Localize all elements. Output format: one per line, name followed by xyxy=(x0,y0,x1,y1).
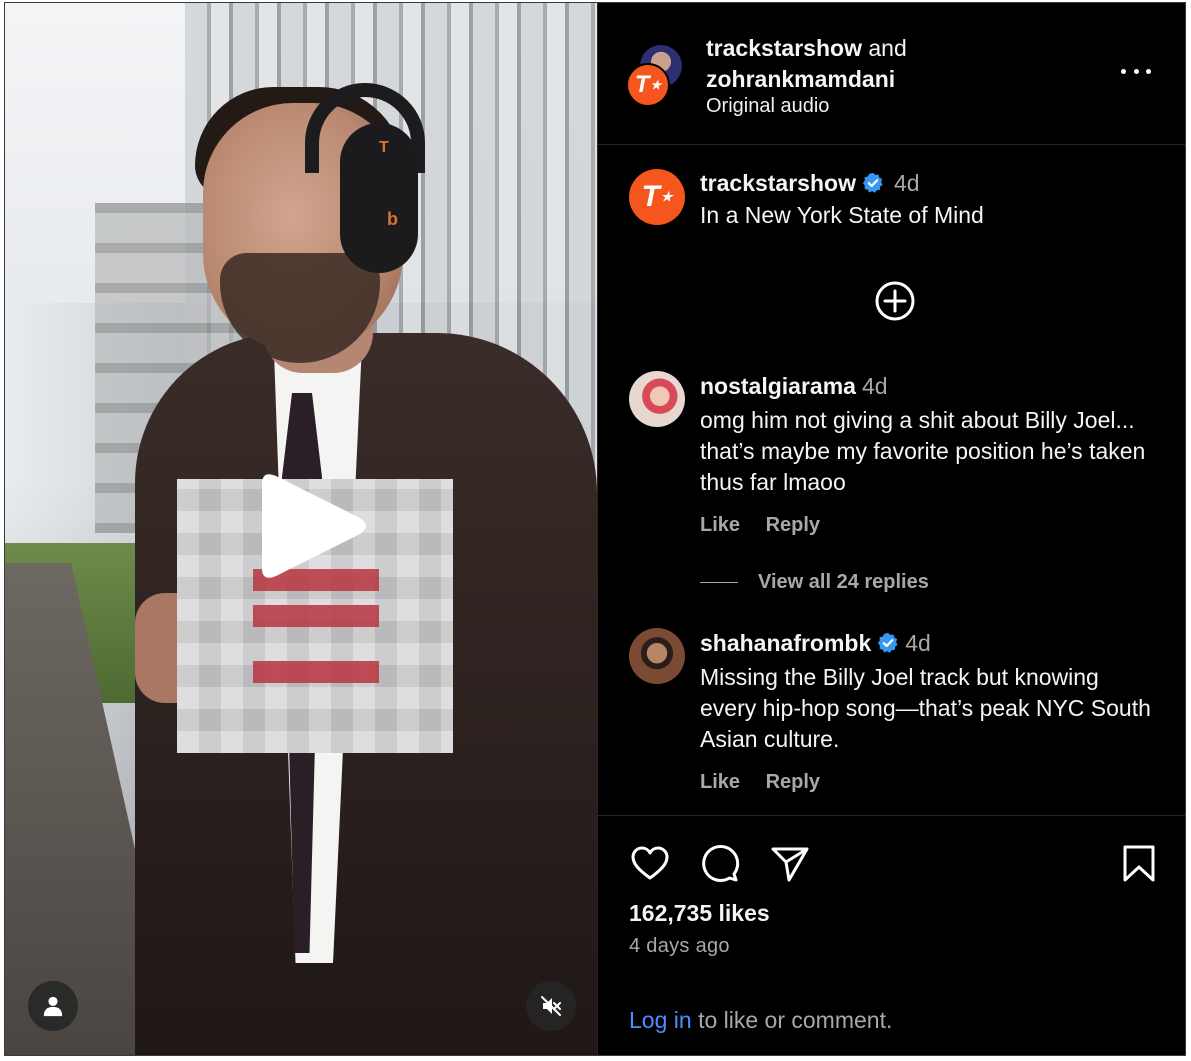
post-date: 4 days ago xyxy=(629,935,730,957)
comment-username[interactable]: nostalgiarama xyxy=(700,373,856,399)
commenter-avatar[interactable] xyxy=(629,628,685,684)
post-modal: T b T ★ trackstarshow and zohrankmamdani… xyxy=(4,2,1186,1056)
headphone-logo-bottom: b xyxy=(387,209,398,229)
play-icon[interactable] xyxy=(256,470,368,582)
comment-icon[interactable] xyxy=(699,843,741,885)
comment-reply-button[interactable]: Reply xyxy=(766,771,820,793)
send-icon[interactable] xyxy=(769,843,811,885)
replies-line xyxy=(700,582,738,584)
actions-divider xyxy=(598,815,1185,816)
verified-badge-icon xyxy=(862,172,883,193)
comment-actions: Like Reply xyxy=(700,771,840,794)
comment-username[interactable]: shahanafrombk xyxy=(700,630,871,656)
likes-count[interactable]: 162,735 likes xyxy=(629,900,770,927)
plus-circle-icon[interactable] xyxy=(874,280,916,322)
tagged-users-button[interactable] xyxy=(28,981,78,1031)
star-icon: ★ xyxy=(650,78,662,92)
comment-reply-button[interactable]: Reply xyxy=(766,514,820,536)
author-avatar[interactable]: T ★ xyxy=(626,63,670,107)
comment-username-row: shahanafrombk 4d xyxy=(700,630,931,657)
speaker-muted-icon xyxy=(541,996,561,1016)
caption-time: 4d xyxy=(893,170,920,196)
post-authors: trackstarshow and zohrankmamdani xyxy=(706,33,907,95)
login-link[interactable]: Log in xyxy=(629,1007,692,1033)
author-connector: and xyxy=(868,35,907,61)
post-header: T ★ trackstarshow and zohrankmamdani Orig… xyxy=(598,3,1185,145)
video-player[interactable]: T b xyxy=(5,3,597,1055)
more-icon[interactable] xyxy=(1121,69,1151,79)
comment-text: Missing the Billy Joel track but knowing… xyxy=(700,664,1151,752)
bookmark-icon[interactable] xyxy=(1118,843,1160,885)
censor-bar xyxy=(253,661,379,683)
collaborator-username[interactable]: zohrankmamdani xyxy=(706,66,895,92)
audio-link[interactable]: Original audio xyxy=(706,95,829,118)
caption-username-row: trackstarshow 4d xyxy=(700,170,920,197)
post-details-panel: T ★ trackstarshow and zohrankmamdani Orig… xyxy=(598,3,1185,1055)
avatar-letter: T xyxy=(634,71,650,98)
headphone-logo-top: T xyxy=(379,139,389,156)
view-replies-label: View all 24 replies xyxy=(758,571,929,593)
author-username[interactable]: trackstarshow xyxy=(706,35,862,61)
caption-avatar[interactable]: T ★ xyxy=(629,169,685,225)
view-replies-button[interactable]: View all 24 replies xyxy=(700,571,929,594)
login-prompt-text: to like or comment. xyxy=(698,1007,893,1033)
commenter-avatar[interactable] xyxy=(629,371,685,427)
avatar-letter: T xyxy=(641,180,660,213)
comment-text: omg him not giving a shit about Billy Jo… xyxy=(700,407,1146,495)
heart-icon[interactable] xyxy=(629,843,671,885)
comment-time: 4d xyxy=(861,373,888,399)
caption-text: In a New York State of Mind xyxy=(700,202,984,228)
star-icon: ★ xyxy=(660,189,673,204)
verified-badge-icon xyxy=(878,632,898,653)
comment-time: 4d xyxy=(905,630,931,656)
mute-button[interactable] xyxy=(526,981,576,1031)
censor-bar xyxy=(253,605,379,627)
user-icon xyxy=(43,996,63,1017)
login-prompt: Log in to like or comment. xyxy=(629,1007,892,1034)
comment-username-row: nostalgiarama 4d xyxy=(700,373,888,400)
comment-actions: Like Reply xyxy=(700,514,840,537)
comment-like-button[interactable]: Like xyxy=(700,771,740,793)
comment-like-button[interactable]: Like xyxy=(700,514,740,536)
caption-username[interactable]: trackstarshow xyxy=(700,170,856,196)
